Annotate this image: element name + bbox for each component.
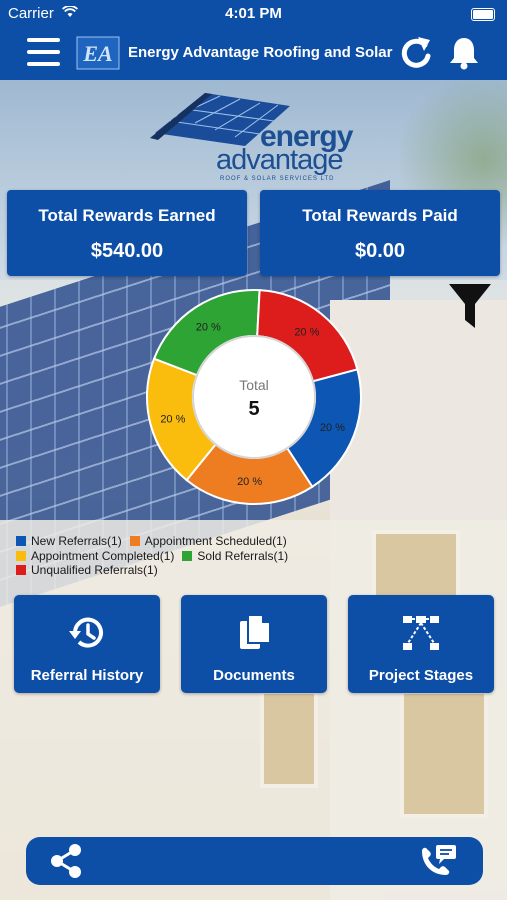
tile-label: Documents — [213, 667, 295, 684]
card-label: Total Rewards Paid — [302, 206, 458, 225]
legend-label: Sold Referrals(1) — [197, 548, 289, 563]
legend-swatch — [16, 550, 26, 561]
brand-tagline: ROOF & SOLAR SERVICES LTD — [220, 176, 335, 182]
legend-swatch — [16, 565, 26, 575]
legend-item: Sold Referrals(1) — [182, 549, 288, 564]
clock: 4:01 PM — [225, 5, 282, 22]
legend-swatch — [16, 536, 26, 546]
legend-item: Unqualified Referrals(1) — [16, 563, 158, 578]
tile-label: Referral History — [30, 667, 144, 684]
legend-item: Appointment Scheduled(1) — [129, 534, 287, 549]
total-rewards-paid-card: Total Rewards Paid $0.00 — [260, 190, 500, 276]
ea-logo-icon: EA — [76, 36, 120, 70]
card-value: $0.00 — [354, 240, 406, 262]
legend-label: New Referrals(1) — [31, 534, 122, 548]
company-logo: energy advantage ROOF & SOLAR SERVICES L… — [150, 88, 360, 188]
legend-item: Appointment Completed(1) — [16, 549, 174, 564]
svg-text:EA: EA — [82, 41, 112, 66]
tile-label: Project Stages — [368, 667, 474, 684]
card-label: Total Rewards Earned — [38, 206, 216, 225]
nav-bar: EA Energy Advantage Roofing and Solar — [0, 28, 507, 80]
refresh-icon[interactable] — [397, 34, 435, 72]
chart-legend: New Referrals(1) Appointment Scheduled(1)… — [16, 534, 346, 578]
project-stages-icon — [403, 616, 439, 650]
battery-icon — [471, 8, 495, 21]
legend-label: Appointment Completed(1) — [31, 548, 175, 563]
phone-chat-icon[interactable] — [418, 843, 458, 881]
card-value: $540.00 — [90, 240, 164, 262]
referral-history-button[interactable]: Referral History — [14, 595, 160, 693]
legend-label: Unqualified Referrals(1) — [31, 563, 158, 577]
legend-item: New Referrals(1) — [16, 534, 122, 549]
share-icon[interactable] — [48, 843, 84, 879]
filter-icon[interactable] — [449, 284, 491, 330]
brand-line-2: advantage — [216, 144, 343, 176]
app-title: Energy Advantage Roofing and Solar — [128, 44, 393, 61]
total-rewards-earned-card: Total Rewards Earned $540.00 — [7, 190, 247, 276]
menu-icon[interactable] — [27, 38, 60, 66]
legend-swatch — [182, 550, 193, 561]
documents-button[interactable]: Documents — [181, 595, 327, 693]
project-stages-button[interactable]: Project Stages — [348, 595, 494, 693]
bell-icon[interactable] — [445, 34, 483, 72]
legend-swatch — [129, 536, 140, 546]
legend-label: Appointment Scheduled(1) — [144, 534, 287, 548]
documents-icon — [240, 614, 271, 649]
history-icon — [69, 617, 103, 648]
bottom-bar — [26, 837, 483, 885]
status-bar: Carrier 4:01 PM — [0, 0, 507, 28]
